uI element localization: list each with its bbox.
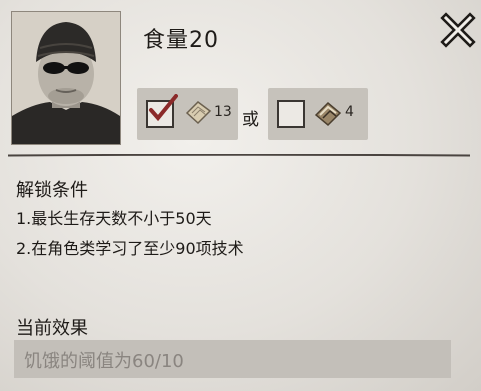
- skill-detail-panel: 食量20 13 或 4 解锁条件 1.最长生存天数不小于50天 2.在角色类学习…: [0, 0, 481, 391]
- cost-option-a[interactable]: 13: [137, 88, 238, 140]
- current-effect-text: 饥饿的阈值为60/10: [24, 351, 184, 372]
- book-bundle-icon: [314, 101, 342, 127]
- checkmark-icon: [149, 94, 178, 122]
- skill-title: 食量20: [143, 28, 219, 53]
- or-label: 或: [242, 110, 259, 130]
- close-x-icon: [440, 12, 476, 48]
- cost-option-b[interactable]: 4: [268, 88, 368, 140]
- close-button[interactable]: [438, 10, 478, 50]
- cost-quantity-b: 4: [345, 104, 354, 120]
- cost-quantity-a: 13: [214, 104, 232, 120]
- section-divider: [8, 154, 470, 157]
- cost-checkbox-b[interactable]: [277, 100, 305, 128]
- unlock-condition-2: 2.在角色类学习了至少90项技术: [16, 239, 244, 258]
- character-portrait: [11, 11, 121, 145]
- current-effect-title: 当前效果: [16, 318, 88, 339]
- paper-scraps-icon: [185, 101, 212, 125]
- unlock-condition-1: 1.最长生存天数不小于50天: [16, 209, 212, 228]
- cost-checkbox-a[interactable]: [146, 94, 178, 128]
- current-effect-box: 饥饿的阈值为60/10: [14, 340, 451, 378]
- unlock-conditions-title: 解锁条件: [16, 180, 88, 201]
